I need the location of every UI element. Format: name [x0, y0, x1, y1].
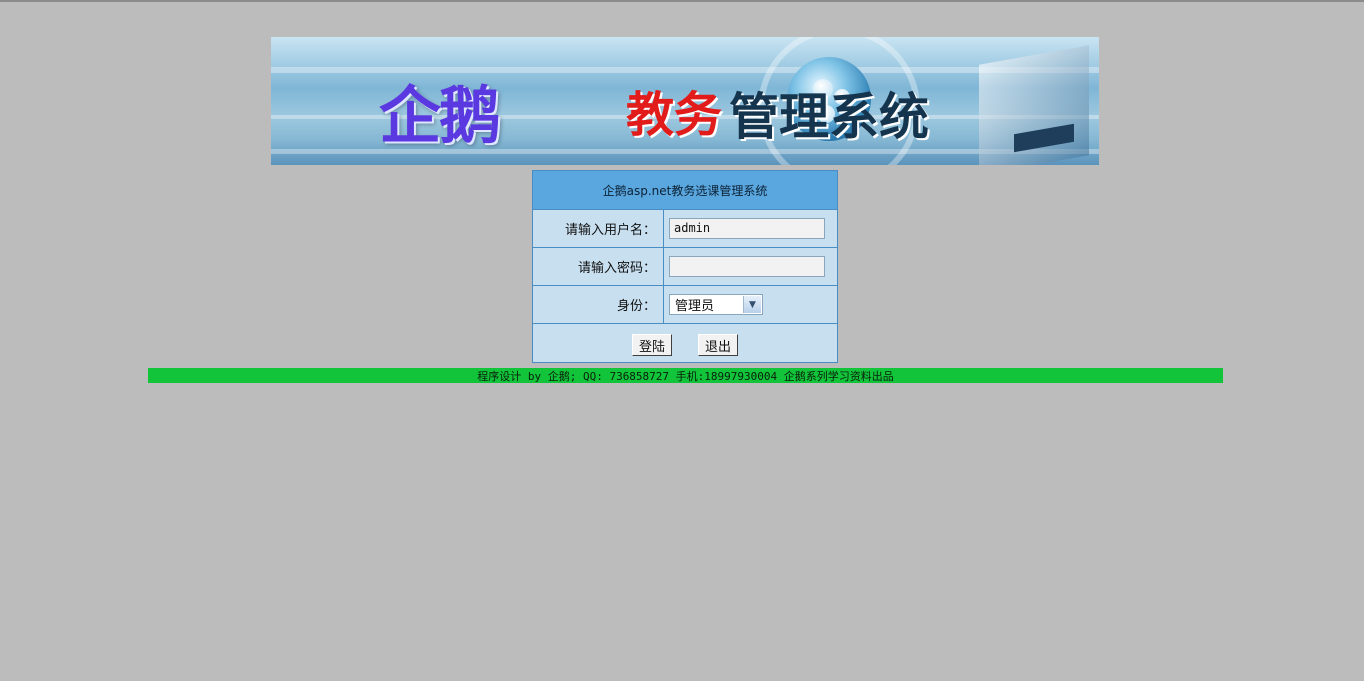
role-select-value: 管理员 — [675, 299, 715, 314]
login-panel-title: 企鹅asp.net教务选课管理系统 — [533, 171, 837, 210]
banner-title-red: 教务 — [626, 87, 723, 143]
username-row: 请输入用户名： admin — [533, 210, 837, 248]
header-banner: 企鹅 教务 管理系统 — [271, 37, 1099, 165]
role-row: 身份： 管理员 ▼ — [533, 286, 837, 324]
login-button[interactable]: 登陆 — [632, 334, 672, 356]
password-input[interactable] — [669, 256, 825, 277]
login-panel: 企鹅asp.net教务选课管理系统 请输入用户名： admin 请输入密码： 身… — [532, 170, 838, 363]
role-cell: 管理员 ▼ — [664, 286, 837, 323]
login-buttons: 登陆 退出 — [533, 324, 837, 366]
banner-title-dark: 管理系统 — [729, 88, 929, 146]
password-cell — [664, 248, 837, 285]
chevron-down-icon[interactable]: ▼ — [743, 296, 761, 313]
password-row: 请输入密码： — [533, 248, 837, 286]
role-select[interactable]: 管理员 ▼ — [669, 294, 763, 315]
footer-bar: 程序设计 by 企鹅; QQ: 736858727 手机:18997930004… — [148, 368, 1223, 383]
username-label: 请输入用户名： — [533, 210, 664, 247]
footer-credits: 程序设计 by 企鹅; QQ: 736858727 手机:18997930004… — [477, 369, 894, 383]
banner-brand: 企鹅 — [379, 79, 501, 152]
username-input[interactable]: admin — [669, 218, 825, 239]
role-label: 身份： — [533, 286, 664, 323]
exit-button[interactable]: 退出 — [698, 334, 738, 356]
password-label: 请输入密码： — [533, 248, 664, 285]
username-cell: admin — [664, 210, 837, 247]
top-border — [0, 0, 1364, 2]
